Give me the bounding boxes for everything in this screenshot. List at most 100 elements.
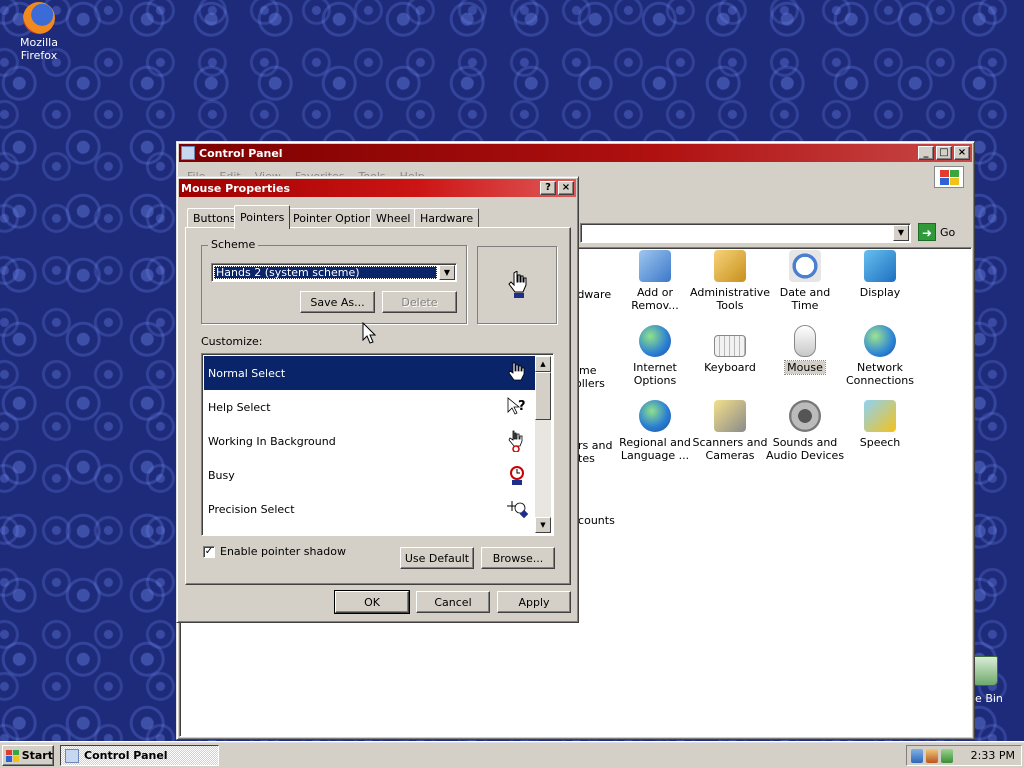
scanners-cameras-icon	[714, 400, 746, 432]
tab-pointers[interactable]: Pointers	[234, 205, 291, 229]
pointers-tab-panel: Scheme Hands 2 (system scheme) ▼ Save As…	[185, 227, 571, 585]
precision-select-icon	[507, 501, 528, 519]
cancel-button[interactable]: Cancel	[416, 591, 490, 613]
control-panel-icon	[65, 748, 79, 763]
list-item-normal-select[interactable]: Normal Select	[204, 356, 538, 390]
maximize-button[interactable]: □	[936, 146, 952, 160]
clock[interactable]: 2:33 PM	[971, 749, 1015, 762]
help-select-icon: ?	[507, 397, 526, 415]
partial-label: tes	[578, 452, 595, 465]
administrative-tools-icon	[714, 250, 746, 282]
customize-label: Customize:	[201, 335, 263, 348]
system-tray: 2:33 PM	[906, 745, 1022, 766]
enable-pointer-shadow-checkbox[interactable]: ✓	[203, 545, 215, 558]
save-as-button[interactable]: Save As...	[300, 291, 375, 313]
go-button[interactable]: ➜ Go	[918, 223, 955, 241]
mouse-pointer-icon	[362, 322, 376, 344]
regional-language-icon	[639, 400, 671, 432]
mouse-icon	[794, 325, 816, 357]
cp-item-keyboard[interactable]: Keyboard	[690, 325, 770, 374]
close-button[interactable]: ×	[954, 146, 970, 160]
ok-button[interactable]: OK	[334, 590, 410, 614]
partial-label: me	[579, 364, 597, 377]
close-button[interactable]: ×	[558, 181, 574, 195]
scroll-thumb[interactable]	[535, 372, 551, 420]
partial-label: rs and	[578, 439, 613, 452]
windows-flag-icon	[6, 749, 19, 762]
taskbar: Start Control Panel 2:33 PM	[0, 741, 1024, 768]
network-connections-icon	[864, 325, 896, 357]
cp-item-internet-options[interactable]: Internet Options	[615, 325, 695, 387]
recycle-bin-icon	[972, 656, 998, 686]
mouse-properties-dialog: Mouse Properties ? × Buttons Pointers Po…	[176, 176, 579, 623]
control-panel-titlebar[interactable]: Control Panel _ □ ×	[179, 144, 972, 162]
address-dropdown-button[interactable]: ▼	[893, 225, 909, 241]
scroll-up-icon[interactable]: ▲	[535, 356, 551, 372]
list-item-precision-select[interactable]: Precision Select	[204, 492, 538, 526]
list-item-working-background[interactable]: Working In Background	[204, 424, 538, 458]
recycle-bin-label: le Bin	[972, 692, 1003, 705]
browse-button[interactable]: Browse...	[481, 547, 555, 569]
help-button[interactable]: ?	[540, 181, 556, 195]
cp-item-display[interactable]: Display	[840, 250, 920, 299]
scheme-select[interactable]: Hands 2 (system scheme) ▼	[211, 263, 457, 282]
scroll-down-icon[interactable]: ▼	[535, 517, 551, 533]
display-icon	[864, 250, 896, 282]
cursor-list[interactable]: Normal Select Help Select ? Working In B…	[201, 353, 554, 536]
busy-icon	[510, 466, 524, 485]
cp-item-sounds-audio[interactable]: Sounds and Audio Devices	[765, 400, 845, 462]
tab-hardware[interactable]: Hardware	[414, 208, 480, 228]
mouse-properties-title: Mouse Properties	[181, 181, 291, 195]
working-background-icon	[508, 430, 523, 452]
apply-button[interactable]: Apply	[497, 591, 571, 613]
list-scrollbar[interactable]: ▲ ▼	[535, 356, 551, 533]
internet-options-icon	[639, 325, 671, 357]
date-time-icon	[789, 250, 821, 282]
taskbar-item-control-panel[interactable]: Control Panel	[60, 745, 219, 766]
mouse-properties-titlebar[interactable]: Mouse Properties ? ×	[179, 179, 576, 197]
go-arrow-icon: ➜	[918, 223, 936, 241]
hand-pointer-icon	[508, 271, 527, 298]
control-panel-icon	[181, 146, 195, 160]
list-item-help-select[interactable]: Help Select ?	[204, 390, 538, 424]
firefox-icon	[23, 2, 55, 34]
cp-item-date-time[interactable]: Date and Time	[765, 250, 845, 312]
keyboard-icon	[714, 335, 746, 357]
list-item-partial[interactable]	[204, 526, 538, 535]
cp-item-speech[interactable]: Speech	[840, 400, 920, 449]
sounds-audio-icon	[789, 400, 821, 432]
windows-logo-icon	[934, 166, 964, 188]
list-item-busy[interactable]: Busy	[204, 458, 538, 492]
cp-item-scanners-cameras[interactable]: Scanners and Cameras	[690, 400, 770, 462]
display-tray-icon[interactable]	[941, 748, 953, 763]
scheme-groupbox: Scheme Hands 2 (system scheme) ▼ Save As…	[201, 238, 467, 324]
tab-wheel[interactable]: Wheel	[370, 208, 417, 228]
network-tray-icon[interactable]	[911, 748, 923, 763]
cp-item-regional-language[interactable]: Regional and Language ...	[615, 400, 695, 462]
partial-label: ollers	[575, 377, 605, 390]
enable-pointer-shadow-row[interactable]: ✓ Enable pointer shadow	[203, 545, 346, 558]
address-bar[interactable]: ▼	[580, 223, 911, 243]
desktop-icon-label: Mozilla Firefox	[20, 36, 58, 62]
speech-icon	[864, 400, 896, 432]
scheme-value: Hands 2 (system scheme)	[214, 266, 437, 279]
desktop-icon-firefox[interactable]: Mozilla Firefox	[2, 2, 76, 62]
delete-button[interactable]: Delete	[382, 291, 457, 313]
pointer-preview	[477, 246, 557, 324]
hand-pointer-icon	[508, 362, 525, 381]
add-remove-programs-icon	[639, 250, 671, 282]
use-default-button[interactable]: Use Default	[400, 547, 474, 569]
cp-item-add-remove[interactable]: Add or Remov...	[615, 250, 695, 312]
tools-tray-icon[interactable]	[926, 748, 938, 763]
chevron-down-icon[interactable]: ▼	[439, 265, 455, 280]
svg-text:?: ?	[518, 399, 526, 414]
cp-item-mouse[interactable]: Mouse	[765, 325, 845, 375]
minimize-button[interactable]: _	[918, 146, 934, 160]
go-label: Go	[940, 225, 956, 239]
control-panel-title: Control Panel	[199, 146, 283, 160]
cp-item-network-connections[interactable]: Network Connections	[840, 325, 920, 387]
start-button[interactable]: Start	[2, 745, 54, 766]
cp-item-administrative-tools[interactable]: Administrative Tools	[690, 250, 770, 312]
enable-pointer-shadow-label: Enable pointer shadow	[220, 545, 346, 558]
scheme-label: Scheme	[208, 238, 259, 251]
